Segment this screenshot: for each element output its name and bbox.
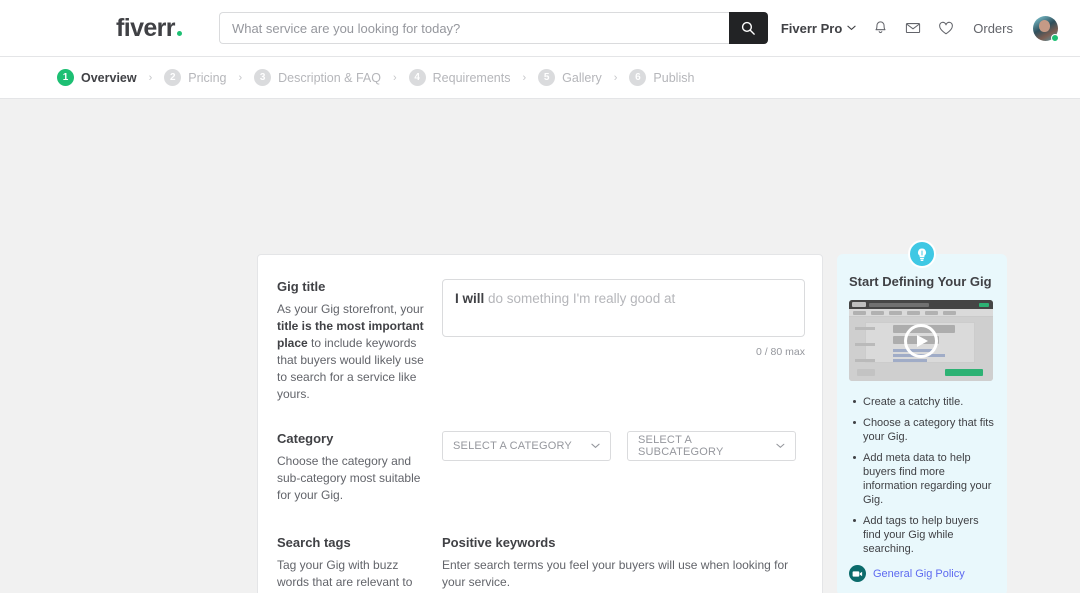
fiverr-pro-label: Fiverr Pro: [780, 20, 843, 36]
step-description-faq[interactable]: 3 Description & FAQ: [254, 69, 381, 86]
search-tags-description: Tag your Gig with buzz words that are re…: [277, 558, 418, 593]
top-header: fiverr Fiverr Pro: [0, 0, 1080, 57]
category-description: Choose the category and sub-category mos…: [277, 454, 421, 502]
avatar[interactable]: [1033, 15, 1059, 42]
gig-title-section: Gig title As your Gig storefront, your t…: [258, 279, 822, 403]
tip-card-title: Start Defining Your Gig: [849, 274, 992, 289]
search-tags-section: Search tags Tag your Gig with buzz words…: [258, 535, 822, 593]
gig-title-description: As your Gig storefront, your title is th…: [277, 301, 427, 403]
search-icon: [742, 21, 756, 35]
step-label: Overview: [81, 70, 137, 85]
favorites-heart-icon[interactable]: [938, 21, 954, 36]
gig-title-heading: Gig title: [277, 279, 326, 294]
gig-title-field-wrap: I will do something I'm really good at 0…: [442, 279, 805, 403]
step-label: Publish: [653, 70, 695, 85]
tip-card: Start Defining Your Gig Create a catchy …: [837, 240, 1007, 593]
positive-keywords-heading: Positive keywords: [442, 535, 556, 550]
category-dropdown-value: SELECT A CATEGORY: [453, 440, 572, 452]
online-status-dot: [1051, 33, 1059, 42]
header-actions: Fiverr Pro Orders: [781, 15, 1059, 42]
step-separator: ›: [238, 71, 243, 84]
orders-link[interactable]: Orders: [973, 21, 1013, 36]
step-pricing[interactable]: 2 Pricing: [164, 69, 226, 86]
fiverr-logo[interactable]: fiverr: [116, 13, 182, 42]
chevron-down-icon: [591, 443, 600, 449]
gig-steps-nav: 1 Overview › 2 Pricing › 3 Description &…: [0, 57, 1080, 99]
step-number: 6: [629, 69, 647, 86]
logo-text: fiverr: [116, 13, 176, 42]
gig-title-input[interactable]: I will do something I'm really good at: [442, 279, 805, 337]
step-publish[interactable]: 6 Publish: [629, 69, 694, 86]
chevron-down-icon: [847, 25, 856, 31]
category-info: Category Choose the category and sub-cat…: [277, 431, 442, 504]
step-label: Description & FAQ: [278, 70, 381, 85]
play-button-icon[interactable]: [904, 323, 938, 358]
search-button[interactable]: [728, 12, 768, 44]
search-bar: [218, 12, 768, 44]
tip-bullet: Choose a category that fits your Gig.: [853, 417, 994, 443]
gig-title-char-counter: 0 / 80 max: [755, 346, 805, 358]
category-selects: SELECT A CATEGORY SELECT A SUBCATEGORY: [442, 431, 804, 461]
chevron-down-icon: [776, 443, 785, 449]
step-overview[interactable]: 1 Overview: [57, 69, 137, 86]
tip-bullet: Add meta data to help buyers find more i…: [853, 451, 995, 507]
notifications-bell-icon[interactable]: [873, 20, 888, 36]
page-body: Gig title As your Gig storefront, your t…: [0, 99, 1080, 593]
step-number: 3: [254, 69, 272, 86]
search-tags-heading: Search tags: [277, 535, 351, 550]
step-label: Requirements: [432, 70, 511, 85]
messages-envelope-icon[interactable]: [905, 20, 921, 36]
gig-title-placeholder: do something I'm really good at: [488, 291, 676, 306]
gig-title-info: Gig title As your Gig storefront, your t…: [277, 279, 442, 403]
category-heading: Category: [277, 431, 334, 446]
step-number: 1: [57, 69, 74, 86]
step-separator: ›: [148, 71, 153, 84]
step-number: 2: [164, 69, 182, 86]
step-requirements[interactable]: 4 Requirements: [408, 69, 511, 86]
tip-video-thumbnail[interactable]: [849, 300, 993, 381]
fiverr-pro-menu[interactable]: Fiverr Pro: [781, 21, 856, 36]
positive-keywords-description: Enter search terms you feel your buyers …: [442, 558, 789, 589]
step-separator: ›: [522, 71, 527, 84]
lightbulb-icon: [908, 240, 936, 268]
step-label: Pricing: [188, 70, 227, 85]
tip-bullet: Create a catchy title.: [853, 395, 995, 409]
step-separator: ›: [392, 71, 397, 84]
general-gig-policy[interactable]: General Gig Policy: [849, 565, 995, 582]
step-gallery[interactable]: 5 Gallery: [538, 69, 602, 86]
tip-bullet: Add tags to help buyers find your Gig wh…: [853, 514, 995, 556]
step-number: 4: [408, 69, 426, 86]
gig-title-desc-part1: As your Gig storefront, your: [277, 302, 424, 316]
gig-title-prefix: I will: [455, 291, 485, 306]
logo-dot-icon: [176, 30, 182, 36]
positive-keywords-field-wrap: Positive keywords Enter search terms you…: [442, 535, 805, 593]
search-input[interactable]: [218, 12, 729, 44]
category-dropdown[interactable]: SELECT A CATEGORY: [442, 431, 611, 461]
step-label: Gallery: [562, 70, 602, 85]
category-fields: SELECT A CATEGORY SELECT A SUBCATEGORY: [442, 431, 804, 504]
general-gig-policy-link[interactable]: General Gig Policy: [873, 568, 965, 580]
category-section: Category Choose the category and sub-cat…: [258, 431, 822, 504]
gig-overview-form-card: Gig title As your Gig storefront, your t…: [257, 254, 823, 593]
tip-bullet-list: Create a catchy title. Choose a category…: [849, 395, 995, 556]
subcategory-dropdown-value: SELECT A SUBCATEGORY: [638, 434, 724, 458]
step-number: 5: [538, 69, 556, 86]
subcategory-dropdown[interactable]: SELECT A SUBCATEGORY: [627, 431, 796, 461]
step-separator: ›: [613, 71, 618, 84]
video-camera-icon: [849, 565, 866, 582]
search-tags-info: Search tags Tag your Gig with buzz words…: [277, 535, 442, 593]
